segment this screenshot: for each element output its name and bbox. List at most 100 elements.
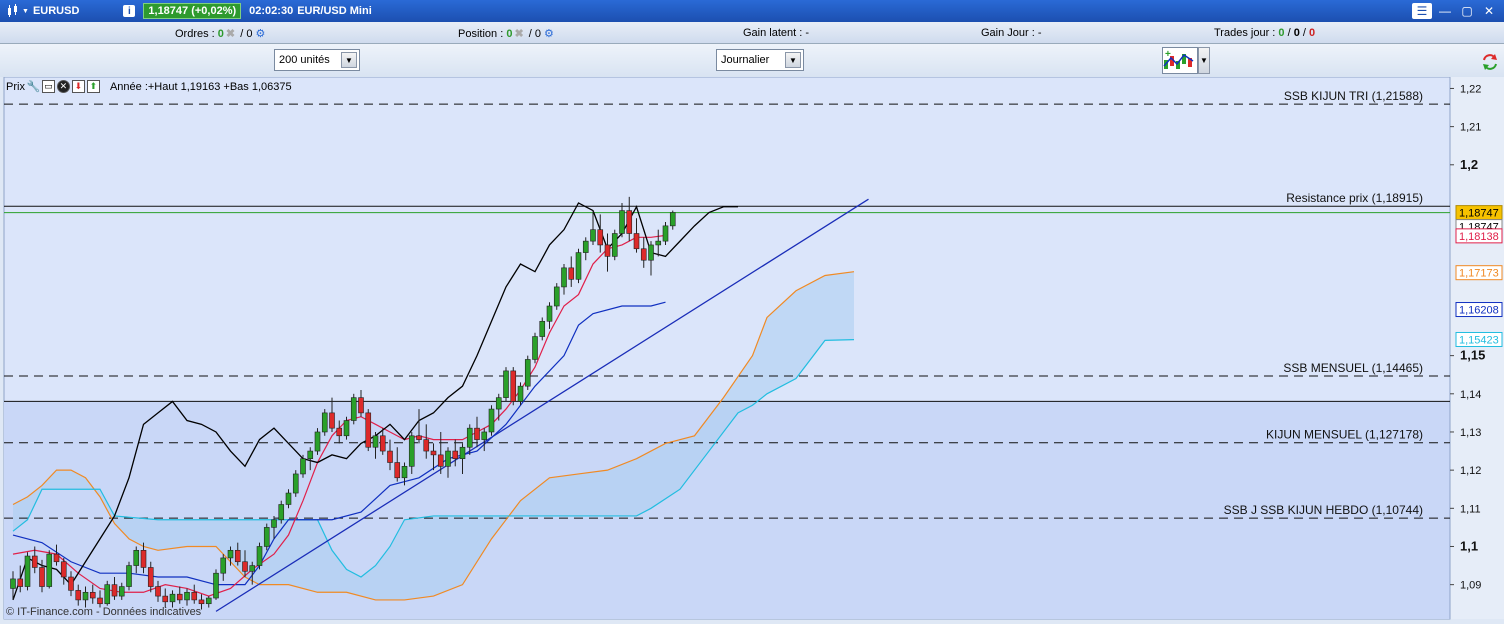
candle-body — [343, 420, 350, 437]
candle-body — [169, 593, 176, 603]
candle-body — [401, 466, 408, 479]
candle-body — [488, 408, 495, 433]
candle-body — [111, 584, 118, 597]
window-controls: ☰ — ▢ ✕ — [1412, 3, 1498, 19]
latent-label: Gain latent : — [743, 27, 803, 39]
price-badge-label: 1,16208 — [1459, 305, 1499, 317]
copyright-watermark: © IT-Finance.com - Données indicatives — [6, 606, 202, 618]
candle-body — [626, 210, 633, 234]
window-icon[interactable]: ▭ — [41, 80, 55, 93]
gear-icon[interactable]: ⚙ — [544, 27, 554, 40]
candle-body — [213, 572, 219, 599]
candle-body — [553, 286, 560, 307]
orders-value: 0 — [217, 28, 224, 40]
candle-body — [611, 233, 618, 257]
candle-body — [459, 446, 466, 459]
chevron-down-icon[interactable]: ▼ — [1198, 47, 1210, 74]
candle-body — [568, 267, 575, 280]
y-tick-label: 1,13 — [1460, 427, 1481, 439]
menu-icon[interactable]: ☰ — [1412, 3, 1432, 19]
level-label: KIJUN MENSUEL (1,127178) — [1266, 428, 1423, 442]
candle-body — [452, 450, 459, 459]
trading-info-bar: Ordres : 0 ✖ / 0 ⚙ Position : 0 ✖ / 0 ⚙ Ga… — [0, 22, 1504, 44]
candle-body — [669, 212, 676, 227]
info-icon[interactable]: i — [123, 5, 136, 17]
candle-body — [503, 370, 509, 398]
sync-icon[interactable] — [1480, 52, 1500, 72]
close-panel-icon[interactable]: ✕ — [56, 80, 70, 93]
chart-toolbar: 200 unités ▼ Journalier ▼ + ▼ — [0, 44, 1504, 77]
candle-body — [365, 412, 372, 448]
candle-body — [300, 458, 306, 475]
gear-icon[interactable]: ⚙ — [256, 27, 266, 40]
minimize-icon[interactable]: — — [1436, 3, 1454, 19]
indicator-chart-icon: + — [1163, 49, 1194, 69]
level-label: SSB MENSUEL (1,14465) — [1283, 361, 1423, 375]
candle-body — [524, 359, 531, 387]
add-indicator-button[interactable]: + — [1162, 47, 1198, 74]
close-position-icon[interactable]: ✖ — [514, 27, 523, 40]
close-icon[interactable]: ✕ — [1480, 3, 1498, 19]
dropdown-arrow-icon[interactable]: ▼ — [22, 8, 29, 15]
move-down-icon[interactable]: ⬇ — [71, 80, 85, 93]
title-bar: ▼ EURUSD i 1,18747 (+0,02%) 02:02:30 EUR… — [0, 0, 1504, 22]
y-tick-label: 1,15 — [1460, 348, 1485, 363]
candle-body — [263, 527, 270, 547]
candle-body — [162, 595, 169, 603]
y-tick-label: 1,21 — [1460, 122, 1481, 134]
candle-body — [495, 397, 502, 410]
candle-body — [590, 229, 596, 242]
y-tick-label: 1,1 — [1460, 538, 1478, 553]
move-up-icon[interactable]: ⬆ — [86, 80, 100, 93]
candle-body — [372, 435, 379, 448]
price-chart[interactable]: SSB KIJUN TRI (1,21588) Resistance prix (… — [0, 77, 1504, 624]
y-tick-label: 1,11 — [1460, 503, 1481, 515]
latent-value: - — [805, 27, 810, 39]
candle-body — [278, 504, 285, 521]
candle-body — [220, 557, 227, 574]
trades-label: Trades jour : — [1214, 27, 1276, 39]
chevron-down-icon[interactable]: ▼ — [341, 52, 357, 68]
year-high-low: Année :+Haut 1,19163 +Bas 1,06375 — [109, 80, 292, 93]
candle-body — [292, 473, 299, 494]
candle-body — [416, 435, 422, 440]
level-label: Resistance prix (1,18915) — [1286, 191, 1423, 205]
trades-value-1: 0 — [1278, 27, 1285, 39]
candle-body — [118, 586, 125, 597]
position-value: 0 — [506, 28, 513, 40]
candle-body — [437, 454, 444, 467]
panel-label: Prix — [6, 80, 25, 93]
candle-body — [234, 549, 241, 563]
candle-body — [53, 553, 60, 563]
price-badge-label: 1,17173 — [1459, 268, 1499, 280]
candle-body — [640, 248, 647, 261]
cancel-orders-icon[interactable]: ✖ — [226, 27, 235, 40]
candle-body — [655, 240, 662, 246]
candle-body — [126, 565, 132, 587]
candle-body — [198, 599, 205, 605]
price-badge: 1,18747 (+0,02%) — [143, 3, 242, 19]
candle-body — [17, 578, 24, 587]
candle-body — [133, 549, 140, 566]
y-tick-label: 1,22 — [1460, 83, 1481, 95]
chevron-down-icon[interactable]: ▼ — [785, 52, 801, 68]
candle-body — [68, 576, 74, 591]
period-select[interactable]: Journalier ▼ — [716, 49, 804, 71]
candle-body — [155, 586, 161, 597]
wrench-icon[interactable]: 🔧 — [27, 80, 41, 93]
candle-body — [184, 591, 190, 601]
orders-label: Ordres : — [175, 28, 215, 40]
period-value: Journalier — [721, 54, 770, 66]
quantity-select[interactable]: 200 unités ▼ — [274, 49, 360, 71]
candlestick-icon[interactable] — [6, 4, 20, 18]
chart-canvas[interactable]: SSB KIJUN TRI (1,21588) Resistance prix (… — [0, 77, 1504, 624]
candle-body — [10, 578, 16, 589]
maximize-icon[interactable]: ▢ — [1458, 3, 1476, 19]
panel-header: Prix 🔧 ▭ ✕ ⬇ ⬆ Année :+Haut 1,19163 +Bas… — [6, 80, 292, 93]
y-tick-label: 1,14 — [1460, 389, 1481, 401]
candle-body — [24, 555, 31, 587]
symbol-name[interactable]: EURUSD — [33, 5, 79, 17]
day-gain-info: Gain Jour : - — [981, 27, 1042, 39]
candle-body — [147, 567, 154, 587]
svg-text:+: + — [1165, 49, 1171, 60]
